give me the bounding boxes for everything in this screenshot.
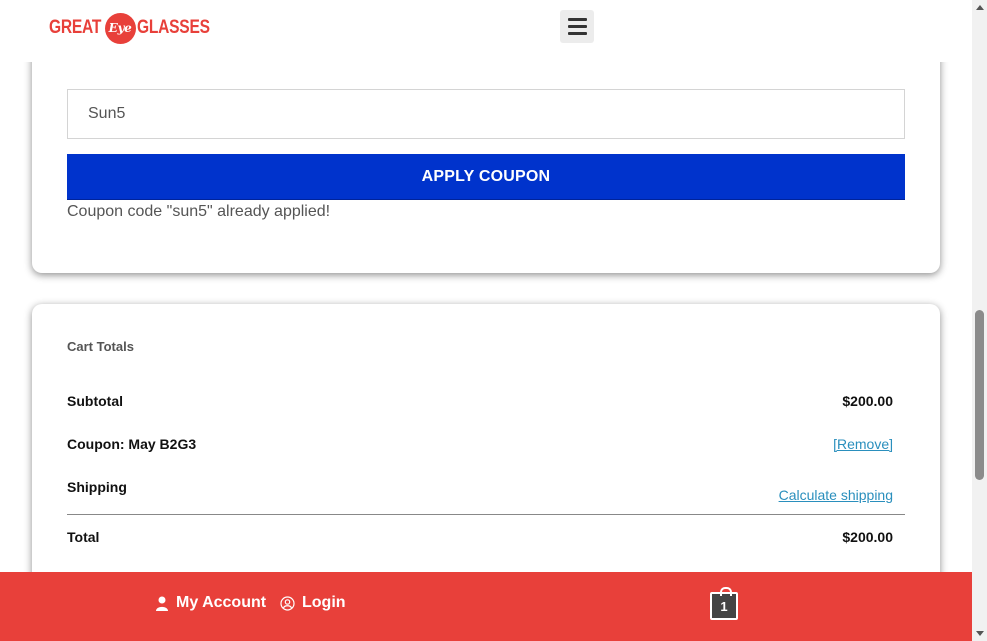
apply-coupon-button[interactable]: APPLY COUPON [67,154,905,200]
remove-coupon-link[interactable]: [Remove] [833,436,893,452]
logo-word-glasses: GLASSES [136,17,210,38]
scroll-up-arrow-icon[interactable] [976,5,984,10]
shopping-bag-icon[interactable]: 1 [710,587,738,620]
user-icon [156,596,168,611]
shipping-label: Shipping [67,479,127,495]
page: GREAT Eye GLASSES APPLY COUPON Coupon co… [0,0,987,641]
subtotal-value: $200.00 [842,393,893,409]
cart-totals-title: Cart Totals [67,339,134,354]
subtotal-label: Subtotal [67,393,123,409]
total-value: $200.00 [842,529,893,545]
page-scrollbar[interactable] [972,0,987,641]
scroll-down-arrow-icon[interactable] [976,631,984,636]
cart-count: 1 [720,598,728,614]
my-account-label: My Account [176,594,267,611]
cart-totals-card: Cart Totals Subtotal $200.00 Coupon: May… [32,304,940,604]
menu-bar [567,32,587,35]
menu-bar [567,25,587,28]
calculate-shipping-link[interactable]: Calculate shipping [779,487,893,503]
menu-bar [567,18,587,21]
bottom-action-bar: My Account Login 1 [0,572,972,641]
scrollbar-thumb[interactable] [975,310,984,480]
login-label: Login [302,594,346,611]
logo-eye-badge: Eye [104,12,136,44]
coupon-code-input[interactable] [67,89,905,139]
login-circle-icon [280,595,295,611]
coupon-label: Coupon: May B2G3 [67,436,197,452]
site-logo[interactable]: GREAT Eye GLASSES [49,12,225,44]
coupon-status-message: Coupon code "sun5" already applied! [67,203,331,220]
logo-word-great: GREAT [49,17,102,38]
hamburger-menu-icon[interactable] [560,10,594,43]
site-header: GREAT Eye GLASSES [0,0,972,62]
totals-divider [67,514,905,515]
coupon-card: APPLY COUPON Coupon code "sun5" already … [32,30,940,273]
total-label: Total [67,529,100,545]
my-account-link[interactable]: My Account [155,594,266,612]
login-link[interactable]: Login [280,594,346,612]
